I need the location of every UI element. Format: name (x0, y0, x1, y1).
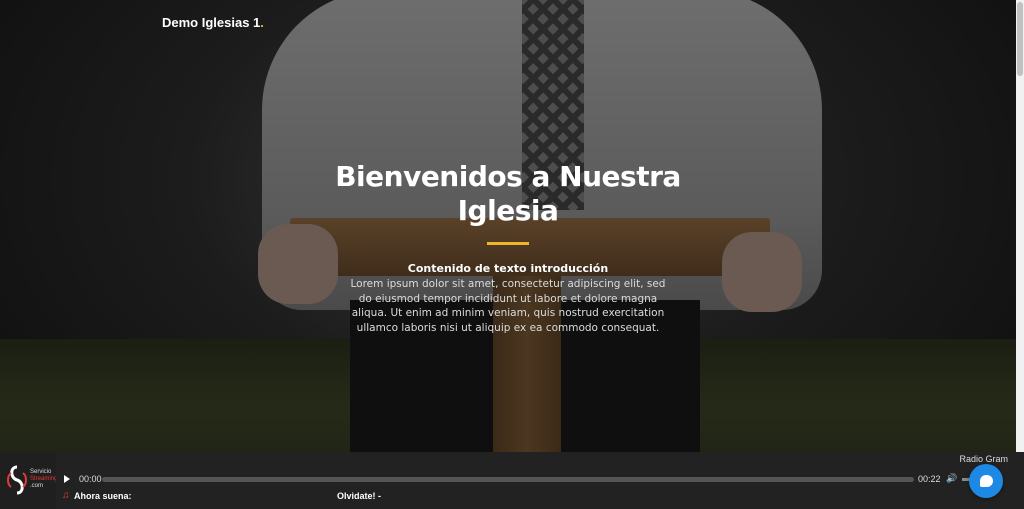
site-brand-dot: . (260, 15, 264, 30)
site-brand-link[interactable]: Demo Iglesias 1. (162, 15, 264, 30)
intro-body: Lorem ipsum dolor sit amet, consectetur … (350, 278, 666, 335)
intro-heading: Contenido de texto introducción (407, 262, 609, 275)
title-divider (487, 242, 529, 245)
hero-title: Bienvenidos a Nuestra Iglesia (335, 160, 681, 227)
background-hand-right (722, 232, 802, 312)
chat-bubble-icon (979, 475, 993, 487)
site-brand-text: Demo Iglesias 1 (162, 15, 261, 30)
volume-icon[interactable]: 🔊 (946, 473, 957, 484)
streaming-logo-text: Servicio Streaming .com (30, 469, 57, 490)
progress-bar[interactable] (102, 477, 914, 482)
logo-text-line2: Streaming (30, 476, 58, 482)
duration: 00:22 (918, 474, 941, 484)
logo-text-line1: Servicio (30, 469, 52, 475)
streaming-logo: Servicio Streaming .com (0, 452, 57, 509)
chat-button[interactable] (969, 464, 1003, 498)
scrollbar-thumb[interactable] (1017, 2, 1023, 76)
page-scrollbar[interactable] (1016, 0, 1024, 509)
streaming-logo-icon (7, 465, 27, 495)
now-playing-title: Olvidate! - (337, 491, 382, 501)
logo-text-line3: .com (30, 483, 44, 489)
current-time: 00:00 (79, 474, 102, 484)
music-note-icon: ♫ (62, 490, 70, 501)
station-name: Radio Gram (959, 454, 1008, 464)
play-icon[interactable] (64, 475, 70, 483)
now-playing-label: Ahora suena: (74, 491, 132, 501)
hero-content: Bienvenidos a Nuestra Iglesia Contenido … (312, 160, 704, 336)
